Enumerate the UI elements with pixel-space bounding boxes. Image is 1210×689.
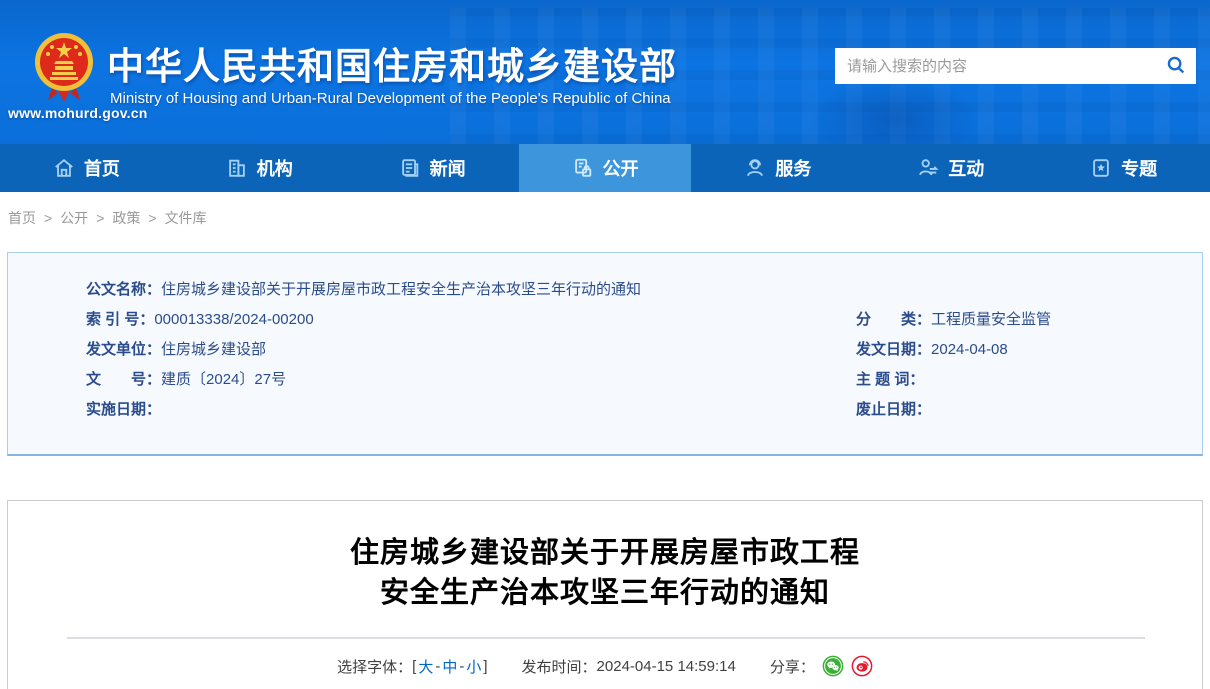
publish-time-label: 发布时间： [521,658,597,676]
meta-label: 主 题 词： [856,371,925,388]
meta-label: 发文单位： [86,341,162,358]
site-header: www.mohurd.gov.cn 中华人民共和国住房和城乡建设部 Minist… [0,0,1210,144]
meta-label: 文 号： [86,371,162,388]
meta-row-implementation-date: 实施日期： [86,395,641,425]
nav-label: 机构 [256,159,293,179]
document-meta-box: 公文名称：住房城乡建设部关于开展房屋市政工程安全生产治本攻坚三年行动的通知 索 … [7,252,1203,456]
news-icon [399,157,421,179]
meta-row-doc-name: 公文名称：住房城乡建设部关于开展房屋市政工程安全生产治本攻坚三年行动的通知 [86,275,641,305]
article-panel: 住房城乡建设部关于开展房屋市政工程 安全生产治本攻坚三年行动的通知 选择字体： … [7,500,1203,689]
article-title: 住房城乡建设部关于开展房屋市政工程 安全生产治本攻坚三年行动的通知 [8,533,1202,613]
meta-value: 工程质量安全监管 [931,311,1052,328]
meta-label: 索 引 号： [86,311,155,328]
meta-value: 建质〔2024〕27号 [161,371,287,388]
share-label: 分享： [769,658,815,676]
meta-label: 分 类： [856,311,932,328]
font-size-large-link[interactable]: 大 [418,656,433,677]
disclosure-icon [572,157,594,179]
font-size-dash: - [435,657,441,675]
meta-value: 2024-04-08 [931,341,1008,358]
home-icon [53,157,75,179]
meta-label: 发文日期： [856,341,932,358]
breadcrumb-separator: > [96,210,105,226]
breadcrumb-separator: > [148,210,157,226]
font-size-medium-link[interactable]: 中 [442,656,457,677]
wechat-icon[interactable] [822,655,844,677]
meta-row-category: 分 类：工程质量安全监管 [856,305,1051,335]
meta-row-doc-number: 文 号：建质〔2024〕27号 [86,365,641,395]
meta-right-column: 分 类：工程质量安全监管 发文日期：2024-04-08 主 题 词： 废止日期… [856,305,1051,425]
breadcrumb-disclosure[interactable]: 公开 [60,208,88,228]
meta-label: 废止日期： [856,401,932,418]
nav-item-topics[interactable]: 专题 [1037,144,1210,192]
meta-row-issue-date: 发文日期：2024-04-08 [856,335,1051,365]
nav-item-organization[interactable]: 机构 [173,144,346,192]
nav-item-interaction[interactable]: 互动 [864,144,1037,192]
font-size-small-link[interactable]: 小 [466,656,481,677]
font-size-label: 选择字体： [337,658,413,676]
nav-item-news[interactable]: 新闻 [346,144,519,192]
breadcrumb-library[interactable]: 文件库 [165,208,207,228]
nav-label: 新闻 [429,159,466,179]
meta-value: 住房城乡建设部关于开展房屋市政工程安全生产治本攻坚三年行动的通知 [161,281,642,298]
bracket-open: [ [412,657,417,675]
bracket-close: ] [483,657,488,675]
article-title-line1: 住房城乡建设部关于开展房屋市政工程 [349,537,860,569]
meta-label: 实施日期： [86,401,162,418]
breadcrumb: 首页 > 公开 > 政策 > 文件库 [8,208,207,228]
search-box [835,48,1196,84]
site-subtitle: Ministry of Housing and Urban-Rural Deve… [110,90,671,107]
interaction-icon [917,157,939,179]
meta-row-repeal-date: 废止日期： [856,395,1051,425]
nav-label: 服务 [775,159,812,179]
breadcrumb-policy[interactable]: 政策 [112,208,140,228]
site-title: 中华人民共和国住房和城乡建设部 [107,46,677,87]
nav-label: 公开 [602,159,639,179]
font-size-dash: - [459,657,465,675]
title-divider [67,637,1145,639]
nav-item-service[interactable]: 服务 [691,144,864,192]
nav-label: 互动 [948,159,985,179]
nav-label: 专题 [1121,159,1158,179]
main-nav: 首页 机构 新闻 公开 服务 互动 专题 [0,144,1210,192]
meta-row-subject-words: 主 题 词： [856,365,1051,395]
weibo-icon[interactable] [851,655,873,677]
site-url: www.mohurd.gov.cn [8,105,148,121]
service-icon [744,157,766,179]
publish-time-group: 发布时间： 2024-04-15 14:59:14 [522,656,736,677]
nav-item-home[interactable]: 首页 [0,144,173,192]
meta-label: 公文名称： [86,281,162,298]
breadcrumb-home[interactable]: 首页 [8,208,36,228]
page: www.mohurd.gov.cn 中华人民共和国住房和城乡建设部 Minist… [0,0,1210,689]
meta-left-column: 公文名称：住房城乡建设部关于开展房屋市政工程安全生产治本攻坚三年行动的通知 索 … [86,275,641,425]
publish-time-value: 2024-04-15 14:59:14 [596,657,736,675]
meta-value: 住房城乡建设部 [161,341,267,358]
meta-row-issuing-unit: 发文单位：住房城乡建设部 [86,335,641,365]
nav-item-disclosure[interactable]: 公开 [518,144,692,192]
meta-row-index-number: 索 引 号：000013338/2024-00200 [86,305,641,335]
meta-value: 000013338/2024-00200 [154,311,314,328]
article-title-line2: 安全生产治本攻坚三年行动的通知 [379,577,830,609]
share-group: 分享： [770,655,873,677]
breadcrumb-separator: > [44,210,53,226]
organization-icon [226,157,248,179]
search-button[interactable] [1156,48,1196,84]
topics-icon [1090,157,1112,179]
article-meta-bar: 选择字体： [ 大 - 中 - 小 ] 发布时间： 2024-04-15 14:… [8,651,1202,681]
search-icon [1165,54,1187,79]
font-size-selector: 选择字体： [ 大 - 中 - 小 ] [337,656,487,677]
search-input[interactable] [835,48,1156,84]
national-emblem-icon [30,30,98,104]
nav-label: 首页 [83,159,120,179]
